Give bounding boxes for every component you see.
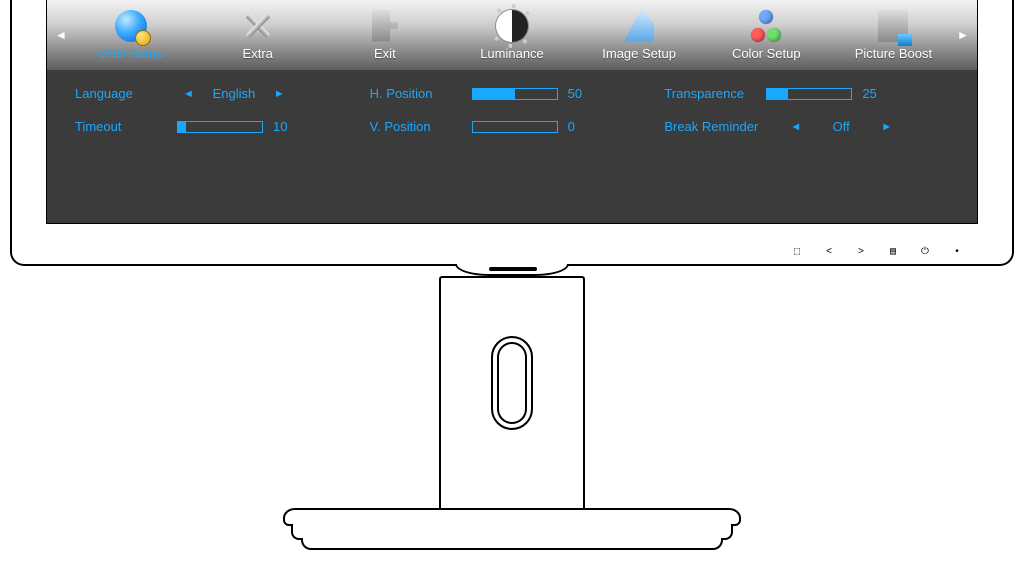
tab-image-setup[interactable]: Image Setup xyxy=(576,0,703,70)
setting-value: Off xyxy=(817,119,865,134)
setting-value: English xyxy=(210,86,258,101)
tab-label: OSD Setup xyxy=(98,46,164,61)
monitor-bezel: ◄ OSD Setup Extra Exit Luminance xyxy=(10,0,1014,266)
tab-picture-boost[interactable]: Picture Boost xyxy=(830,0,957,70)
setting-label: Transparence xyxy=(664,86,756,101)
front-btn-left[interactable]: < xyxy=(824,247,834,258)
osd-tab-strip: ◄ OSD Setup Extra Exit Luminance xyxy=(47,0,977,70)
slider-fill xyxy=(178,122,186,132)
picture-boost-icon xyxy=(878,10,908,42)
tab-exit[interactable]: Exit xyxy=(321,0,448,70)
front-panel-buttons: ⬚ < > ▤ ⏻ • xyxy=(792,246,962,258)
slider-fill xyxy=(473,89,515,99)
setting-break-reminder[interactable]: Break Reminder ◄ Off ► xyxy=(664,119,949,134)
slider[interactable] xyxy=(472,121,558,133)
monitor-base xyxy=(283,508,741,554)
setting-label: Language xyxy=(75,86,167,101)
front-btn-power[interactable]: ⏻ xyxy=(920,246,930,258)
tools-icon xyxy=(242,10,274,42)
tab-extra[interactable]: Extra xyxy=(194,0,321,70)
exit-icon xyxy=(372,10,398,42)
slider[interactable] xyxy=(177,121,263,133)
setting-label: Break Reminder xyxy=(664,119,774,134)
prev-arrow-icon[interactable]: ◄ xyxy=(177,88,200,100)
tab-label: Picture Boost xyxy=(855,46,932,61)
front-btn-menu[interactable]: ▤ xyxy=(888,246,898,258)
monitor-neck xyxy=(439,276,585,510)
next-arrow-icon[interactable]: ► xyxy=(875,121,898,133)
setting-value: 50 xyxy=(568,86,592,101)
tab-osd-setup[interactable]: OSD Setup xyxy=(67,0,194,70)
osd-body: Language ◄ English ► H. Position 50 Tran… xyxy=(47,70,977,168)
tab-label: Extra xyxy=(243,46,273,61)
setting-value: 0 xyxy=(568,119,592,134)
slider-fill xyxy=(767,89,788,99)
tab-label: Image Setup xyxy=(602,46,676,61)
tabs-prev-arrow[interactable]: ◄ xyxy=(55,0,67,70)
setting-transparence[interactable]: Transparence 25 xyxy=(664,86,949,101)
color-setup-icon xyxy=(749,10,783,42)
setting-value: 10 xyxy=(273,119,297,134)
setting-label: Timeout xyxy=(75,119,167,134)
tab-color-setup[interactable]: Color Setup xyxy=(703,0,830,70)
slider[interactable] xyxy=(766,88,852,100)
tab-label: Exit xyxy=(374,46,396,61)
front-led: • xyxy=(952,247,962,258)
tab-label: Color Setup xyxy=(732,46,801,61)
setting-label: V. Position xyxy=(370,119,462,134)
cable-hole xyxy=(491,336,533,430)
front-btn-source[interactable]: ⬚ xyxy=(792,246,802,258)
setting-timeout[interactable]: Timeout 10 xyxy=(75,119,360,134)
image-setup-icon xyxy=(624,10,654,42)
monitor-hinge xyxy=(455,264,569,276)
slider[interactable] xyxy=(472,88,558,100)
setting-v-position[interactable]: V. Position 0 xyxy=(370,119,655,134)
setting-value: 25 xyxy=(862,86,886,101)
setting-h-position[interactable]: H. Position 50 xyxy=(370,86,655,101)
prev-arrow-icon[interactable]: ◄ xyxy=(784,121,807,133)
tab-luminance[interactable]: Luminance xyxy=(448,0,575,70)
brightness-icon xyxy=(496,10,528,42)
front-btn-right[interactable]: > xyxy=(856,247,866,258)
setting-language[interactable]: Language ◄ English ► xyxy=(75,86,360,101)
next-arrow-icon[interactable]: ► xyxy=(268,88,291,100)
globe-gear-icon xyxy=(115,10,147,42)
tab-label: Luminance xyxy=(480,46,544,61)
tabs-next-arrow[interactable]: ► xyxy=(957,0,969,70)
monitor-screen: ◄ OSD Setup Extra Exit Luminance xyxy=(46,0,978,224)
setting-label: H. Position xyxy=(370,86,462,101)
osd-menu: ◄ OSD Setup Extra Exit Luminance xyxy=(47,0,977,168)
